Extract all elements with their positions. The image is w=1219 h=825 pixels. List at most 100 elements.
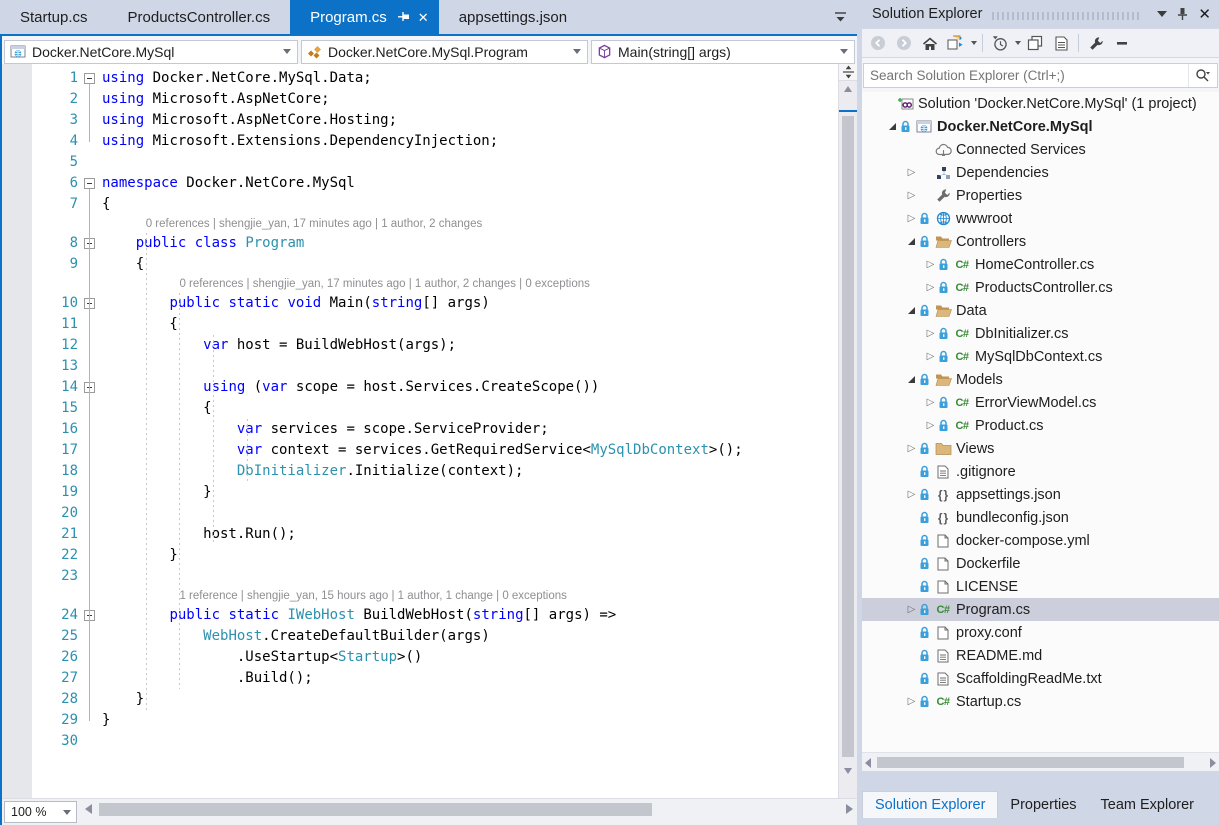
- tree-item-license[interactable]: LICENSE: [862, 575, 1219, 598]
- horizontal-scroll-thumb[interactable]: [99, 803, 652, 816]
- scroll-left-arrow[interactable]: [85, 804, 92, 814]
- tree-item-bundleconfig-json[interactable]: { } bundleconfig.json: [862, 506, 1219, 529]
- glyph-margin-cell[interactable]: [2, 356, 32, 377]
- expand-arrow-icon[interactable]: ▷: [908, 489, 916, 500]
- glyph-margin-cell[interactable]: [2, 194, 32, 215]
- tree-horizontal-scrollbar[interactable]: [862, 752, 1219, 771]
- chevron-down-icon[interactable]: [971, 41, 977, 45]
- tree-item-mysqldbcontext-cs[interactable]: ▷ C# MySqlDbContext.cs: [862, 345, 1219, 368]
- glyph-margin-cell[interactable]: [2, 689, 32, 710]
- glyph-margin-cell[interactable]: [2, 173, 32, 194]
- tree-item-productscontroller-cs[interactable]: ▷ C# ProductsController.cs: [862, 276, 1219, 299]
- code-text[interactable]: public static void Main(string[] args): [102, 293, 489, 314]
- collapse-arrow-icon[interactable]: [889, 123, 896, 130]
- code-text[interactable]: {: [102, 254, 144, 275]
- code-text[interactable]: .Build();: [102, 668, 313, 689]
- code-text[interactable]: using Microsoft.AspNetCore.Hosting;: [102, 110, 397, 131]
- tree-item-program-cs[interactable]: ▷ C# Program.cs: [862, 598, 1219, 621]
- forward-icon[interactable]: [892, 31, 916, 55]
- window-position-chevron-icon[interactable]: [1157, 11, 1168, 17]
- tree-item-views[interactable]: ▷ Views: [862, 437, 1219, 460]
- document-tab-program-cs[interactable]: Program.cs ✕: [290, 0, 439, 34]
- close-icon[interactable]: ✕: [418, 11, 429, 24]
- tree-item-proxy-conf[interactable]: proxy.conf: [862, 621, 1219, 644]
- code-text[interactable]: }: [102, 689, 144, 710]
- tree-item--gitignore[interactable]: .gitignore: [862, 460, 1219, 483]
- tree-item-models[interactable]: Models: [862, 368, 1219, 391]
- fold-collapse-box[interactable]: [84, 238, 95, 249]
- code-text[interactable]: var services = scope.ServiceProvider;: [102, 419, 549, 440]
- glyph-margin-cell[interactable]: [2, 419, 32, 440]
- home-icon[interactable]: [918, 31, 942, 55]
- expand-arrow-icon[interactable]: ▷: [927, 282, 935, 293]
- code-text[interactable]: public class Program: [102, 233, 305, 254]
- glyph-margin-cell[interactable]: [2, 377, 32, 398]
- chevron-down-icon[interactable]: [1015, 41, 1021, 45]
- tree-item-readme-md[interactable]: README.md: [862, 644, 1219, 667]
- type-dropdown[interactable]: Docker.NetCore.MySql.Program: [301, 39, 588, 64]
- scroll-right-arrow[interactable]: [846, 804, 853, 814]
- codelens-info[interactable]: 0 references | shengjie_yan, 17 minutes …: [2, 215, 839, 233]
- glyph-margin-cell[interactable]: [2, 545, 32, 566]
- member-dropdown[interactable]: Main(string[] args): [591, 39, 855, 64]
- tree-item-appsettings-json[interactable]: ▷ { } appsettings.json: [862, 483, 1219, 506]
- glyph-margin-cell[interactable]: [2, 668, 32, 689]
- glyph-margin-cell[interactable]: [2, 314, 32, 335]
- expand-arrow-icon[interactable]: ▷: [908, 696, 916, 707]
- collapse-arrow-icon[interactable]: [908, 307, 915, 314]
- code-text[interactable]: host.Run();: [102, 524, 296, 545]
- expand-arrow-icon[interactable]: ▷: [927, 397, 935, 408]
- glyph-margin-cell[interactable]: [2, 482, 32, 503]
- codelens-info[interactable]: 0 references | shengjie_yan, 17 minutes …: [2, 275, 839, 293]
- expand-arrow-icon[interactable]: ▷: [927, 420, 935, 431]
- glyph-margin-cell[interactable]: [2, 131, 32, 152]
- expand-arrow-icon[interactable]: ▷: [908, 213, 916, 224]
- glyph-margin-cell[interactable]: [2, 440, 32, 461]
- glyph-margin-cell[interactable]: [2, 524, 32, 545]
- tree-item-scaffoldingreadme-txt[interactable]: ScaffoldingReadMe.txt: [862, 667, 1219, 690]
- code-text[interactable]: public static IWebHost BuildWebHost(stri…: [102, 605, 616, 626]
- scroll-right-arrow[interactable]: [1210, 758, 1216, 768]
- glyph-margin-cell[interactable]: [2, 293, 32, 314]
- scroll-up-arrow[interactable]: [839, 81, 857, 97]
- glyph-margin-cell[interactable]: [2, 254, 32, 275]
- expand-arrow-icon[interactable]: ▷: [927, 351, 935, 362]
- glyph-margin-cell[interactable]: [2, 605, 32, 626]
- scroll-left-arrow[interactable]: [865, 758, 871, 768]
- glyph-margin-cell[interactable]: [2, 626, 32, 647]
- document-tab-startup-cs[interactable]: Startup.cs: [0, 0, 108, 34]
- code-text[interactable]: using (var scope = host.Services.CreateS…: [102, 377, 599, 398]
- tree-item-dependencies[interactable]: ▷ Dependencies: [862, 161, 1219, 184]
- code-text[interactable]: {: [102, 398, 211, 419]
- vertical-scroll-thumb[interactable]: [842, 116, 854, 757]
- document-tab-appsettings-json[interactable]: appsettings.json: [439, 0, 587, 34]
- close-icon[interactable]: ✕: [1198, 5, 1211, 23]
- pending-changes-filter-icon[interactable]: [988, 31, 1012, 55]
- glyph-margin-cell[interactable]: [2, 710, 32, 731]
- panel-tab-solution-explorer[interactable]: Solution Explorer: [862, 791, 999, 818]
- tree-item-controllers[interactable]: Controllers: [862, 230, 1219, 253]
- tree-item-data[interactable]: Data: [862, 299, 1219, 322]
- code-text[interactable]: }: [102, 482, 211, 503]
- properties-icon[interactable]: [1084, 31, 1108, 55]
- switch-views-icon[interactable]: [944, 31, 968, 55]
- fold-collapse-box[interactable]: [84, 610, 95, 621]
- glyph-margin-cell[interactable]: [2, 68, 32, 89]
- vertical-scrollbar[interactable]: [838, 64, 857, 799]
- code-text[interactable]: namespace Docker.NetCore.MySql: [102, 173, 355, 194]
- expand-arrow-icon[interactable]: ▷: [927, 259, 935, 270]
- code-text[interactable]: WebHost.CreateDefaultBuilder(args): [102, 626, 490, 647]
- tree-item-properties[interactable]: ▷ Properties: [862, 184, 1219, 207]
- code-text[interactable]: using Docker.NetCore.MySql.Data;: [102, 68, 372, 89]
- code-text[interactable]: }: [102, 710, 110, 731]
- collapse-arrow-icon[interactable]: [908, 238, 915, 245]
- code-text[interactable]: {: [102, 314, 177, 335]
- code-text[interactable]: {: [102, 194, 110, 215]
- collapse-all-icon[interactable]: [1110, 31, 1134, 55]
- tree-item-solution-docker-netcore-mysql-1-project-[interactable]: Solution 'Docker.NetCore.MySql' (1 proje…: [862, 92, 1219, 115]
- titlebar-drag-grip[interactable]: [992, 12, 1140, 20]
- pin-icon[interactable]: [397, 11, 410, 23]
- tree-item-errorviewmodel-cs[interactable]: ▷ C# ErrorViewModel.cs: [862, 391, 1219, 414]
- search-icon[interactable]: [1188, 64, 1217, 87]
- fold-collapse-box[interactable]: [84, 382, 95, 393]
